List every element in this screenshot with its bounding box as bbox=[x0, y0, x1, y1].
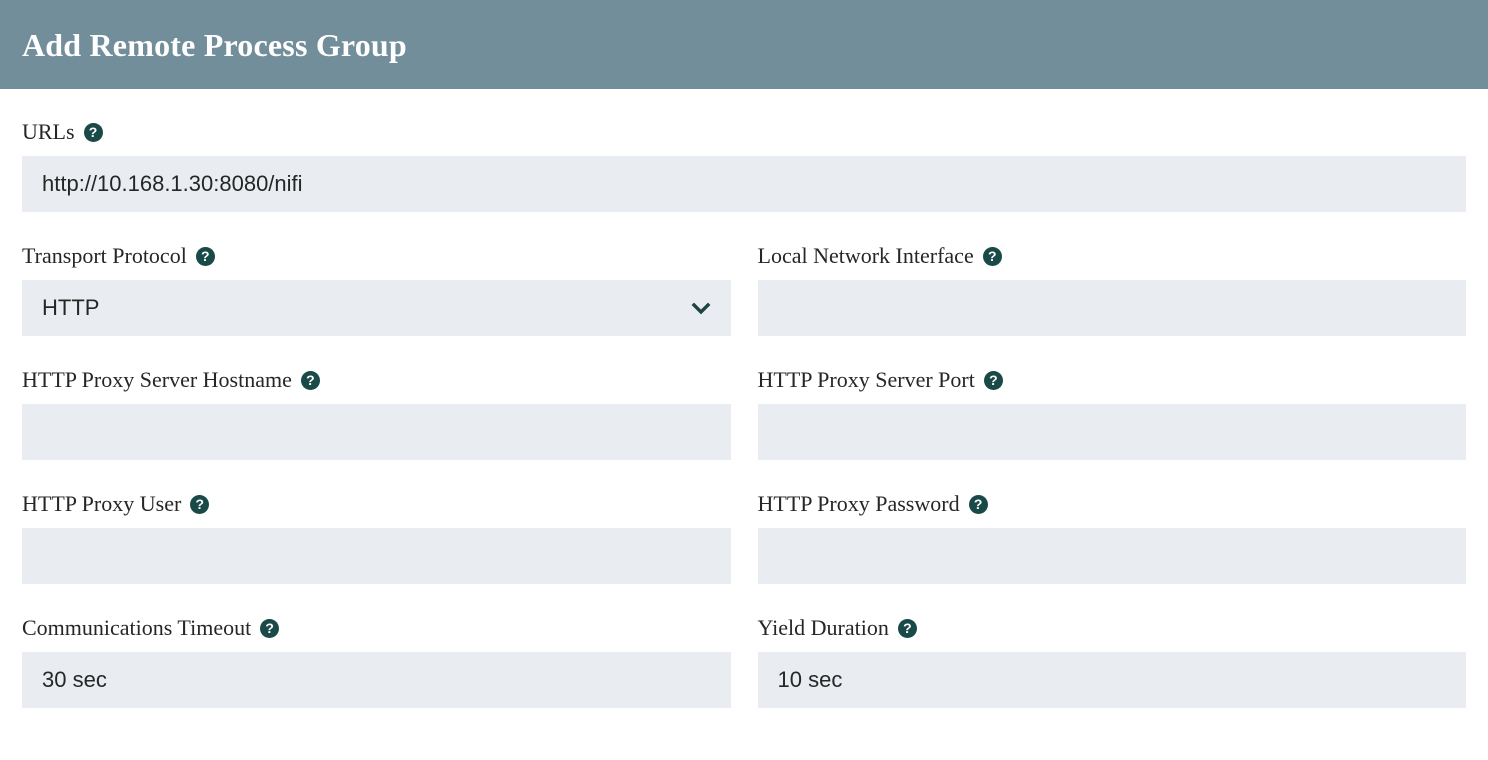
help-icon-yield_duration[interactable]: ? bbox=[897, 618, 917, 638]
value-yield_duration: 10 sec bbox=[777, 667, 843, 692]
input-communications_timeout[interactable]: 30 sec bbox=[22, 652, 731, 708]
form-field-urls: URLs? http://10.168.1.30:8080/nifi bbox=[22, 119, 1466, 212]
label-yield_duration: Yield Duration? bbox=[758, 615, 1467, 641]
input-http_proxy_user[interactable] bbox=[22, 528, 731, 584]
form-field-local_network_interface: Local Network Interface? bbox=[757, 243, 1467, 336]
label-text-urls: URLs bbox=[22, 119, 75, 144]
help-icon-http_proxy_server_port[interactable]: ? bbox=[983, 370, 1003, 390]
label-text-yield_duration: Yield Duration bbox=[757, 615, 889, 640]
label-http_proxy_server_hostname: HTTP Proxy Server Hostname? bbox=[22, 367, 731, 393]
input-http_proxy_server_port[interactable] bbox=[757, 404, 1466, 460]
label-text-http_proxy_password: HTTP Proxy Password bbox=[757, 491, 960, 516]
label-communications_timeout: Communications Timeout? bbox=[22, 615, 731, 641]
label-local_network_interface: Local Network Interface? bbox=[758, 243, 1467, 269]
form-field-communications_timeout: Communications Timeout? 30 sec bbox=[22, 615, 731, 708]
dialog-body: URLs? http://10.168.1.30:8080/nifi Transpo… bbox=[0, 119, 1488, 708]
value-transport_protocol: HTTP bbox=[42, 295, 100, 320]
label-http_proxy_server_port: HTTP Proxy Server Port? bbox=[758, 367, 1467, 393]
form-field-http_proxy_server_hostname: HTTP Proxy Server Hostname? bbox=[22, 367, 731, 460]
value-urls: http://10.168.1.30:8080/nifi bbox=[42, 171, 303, 196]
form-row: URLs? http://10.168.1.30:8080/nifi bbox=[22, 119, 1466, 212]
input-local_network_interface[interactable] bbox=[757, 280, 1466, 336]
label-urls: URLs? bbox=[22, 119, 1466, 145]
label-transport_protocol: Transport Protocol? bbox=[22, 243, 731, 269]
input-http_proxy_password[interactable] bbox=[757, 528, 1466, 584]
form-field-http_proxy_server_port: HTTP Proxy Server Port? bbox=[757, 367, 1467, 460]
help-icon-transport_protocol[interactable]: ? bbox=[195, 246, 215, 266]
form-field-transport_protocol: Transport Protocol? HTTP bbox=[22, 243, 731, 336]
help-icon-http_proxy_user[interactable]: ? bbox=[190, 494, 210, 514]
form-field-http_proxy_user: HTTP Proxy User? bbox=[22, 491, 731, 584]
label-http_proxy_password: HTTP Proxy Password? bbox=[758, 491, 1467, 517]
form-row: HTTP Proxy User? HTTP Proxy Password? bbox=[22, 491, 1466, 584]
form-row: Communications Timeout? 30 sec Yield Durat… bbox=[22, 615, 1466, 708]
label-text-http_proxy_server_hostname: HTTP Proxy Server Hostname bbox=[22, 367, 292, 392]
help-icon-http_proxy_server_hostname[interactable]: ? bbox=[300, 370, 320, 390]
value-communications_timeout: 30 sec bbox=[42, 667, 107, 692]
form-row: HTTP Proxy Server Hostname? HTTP Proxy Se… bbox=[22, 367, 1466, 460]
form-field-http_proxy_password: HTTP Proxy Password? bbox=[757, 491, 1467, 584]
label-text-http_proxy_server_port: HTTP Proxy Server Port bbox=[757, 367, 975, 392]
help-icon-communications_timeout[interactable]: ? bbox=[260, 618, 280, 638]
label-text-communications_timeout: Communications Timeout bbox=[22, 615, 252, 640]
dialog-header: Add Remote Process Group bbox=[0, 0, 1488, 89]
help-icon-local_network_interface[interactable]: ? bbox=[982, 246, 1002, 266]
help-icon-http_proxy_password[interactable]: ? bbox=[968, 494, 988, 514]
input-yield_duration[interactable]: 10 sec bbox=[757, 652, 1466, 708]
form-field-yield_duration: Yield Duration? 10 sec bbox=[757, 615, 1467, 708]
label-http_proxy_user: HTTP Proxy User? bbox=[22, 491, 731, 517]
form-row: Transport Protocol? HTTP Local Network Int… bbox=[22, 243, 1466, 336]
chevron-down-icon[interactable] bbox=[689, 296, 713, 320]
help-icon-urls[interactable]: ? bbox=[83, 122, 103, 142]
select-transport_protocol[interactable]: HTTP bbox=[22, 280, 731, 336]
form-fields-container: URLs? http://10.168.1.30:8080/nifi Transpo… bbox=[22, 119, 1466, 708]
label-text-local_network_interface: Local Network Interface bbox=[757, 243, 974, 268]
label-text-transport_protocol: Transport Protocol bbox=[22, 243, 187, 268]
input-urls[interactable]: http://10.168.1.30:8080/nifi bbox=[22, 156, 1466, 212]
page-title: Add Remote Process Group bbox=[22, 26, 407, 63]
label-text-http_proxy_user: HTTP Proxy User bbox=[22, 491, 182, 516]
input-http_proxy_server_hostname[interactable] bbox=[22, 404, 731, 460]
